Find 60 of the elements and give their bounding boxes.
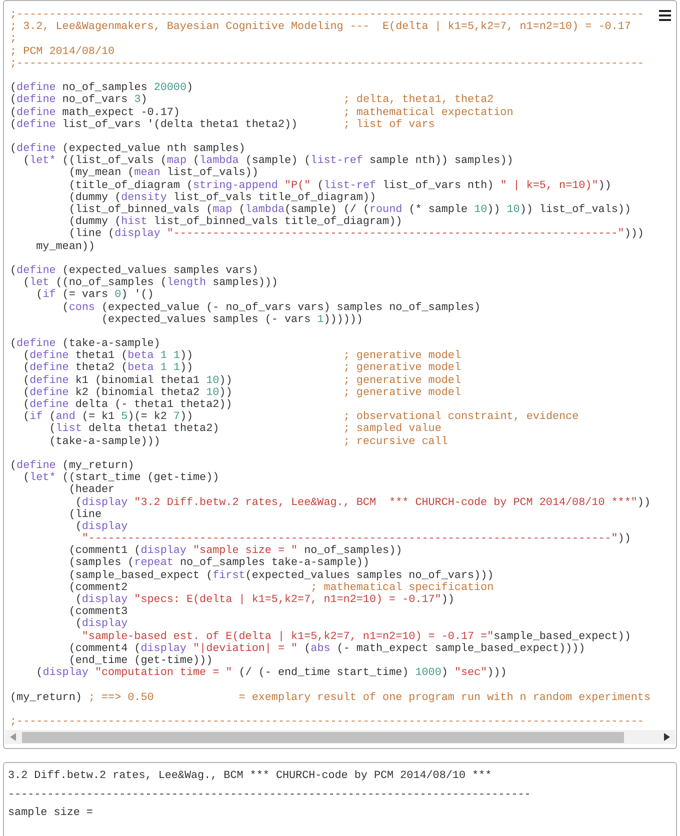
code-line: ;------------------------------------------------------------------------------------------------ — [10, 58, 644, 70]
code-line: ; 3.2, Lee&Wagenmakers, Bayesian Cognitive Modeling --- E(delta | k1=5,k2=7, n1=n2=10) = -0.17 — [10, 21, 631, 34]
code-line: (my_mean (mean list_of_vals)) — [68, 167, 258, 180]
code-editor[interactable] — [3, 0, 677, 749]
code-line: (display — [74, 618, 128, 631]
code-line: (list_of_binned_vals (map (lambda(sample) (/ (round (* sample 10)) 10)) list_of_vals)) — [68, 204, 631, 216]
code-line: (define math_expect -0.17) ; mathematical expectation — [10, 106, 514, 119]
code-line: (define k2 (binomial theta2 10)) ; generative model — [22, 386, 461, 399]
code-line: (define (take-a-sample) — [10, 338, 160, 350]
code-line: (expected_values samples (- vars 1)))))) — [100, 314, 363, 326]
code-line: (display — [74, 520, 128, 533]
code-line: (take-a-sample))) ; recursive call — [48, 436, 448, 448]
code-line: (define (expected_value nth samples) — [10, 143, 246, 156]
code-line: "--------------------------------------------------------------------------------")) — [82, 533, 631, 546]
output-line: 3.2 Diff.betw.2 rates, Lee&Wag., BCM *** CHURCH-code by PCM 2014/08/10 *** — [8, 769, 492, 784]
scrollbar-thumb[interactable] — [22, 732, 624, 742]
output-line: sample size = — [8, 806, 93, 821]
code-line: (cons (expected_value (- no_of_vars vars) samples no_of_samples) — [61, 302, 481, 314]
code-line: (define no_of_vars 3) ; delta, theta1, theta2 — [10, 94, 494, 106]
code-line: (line — [68, 508, 102, 521]
code-line: (define list_of_vars '(delta theta1 theta2)) ; list of vars — [10, 118, 435, 131]
code-line: (line (display "--------------------------------------------------------------------"))) — [68, 228, 644, 241]
code-line: (define no_of_samples 20000) — [10, 82, 194, 94]
code-line: (display "specs: E(delta | k1=5,k2=7, n1=n2=10) = -0.17")) — [74, 594, 454, 606]
code-line: (dummy (hist list_of_binned_vals title_of_diagram)) — [68, 216, 402, 228]
code-line: (my_return) ; ==> 0.50 = exemplary result of one program run with n random experiments — [10, 692, 650, 704]
code-line: "sample-based est. of E(delta | k1=5,k2=7, n1=n2=10) = -0.17 ="sample_based_expect)) — [80, 630, 631, 643]
code-line: (define delta (- theta1 theta2)) — [22, 399, 232, 411]
code-line: (header — [68, 484, 115, 496]
code-line: (samples (repeat no_of_samples take-a-sample)) — [68, 557, 370, 570]
code-line: (define k1 (binomial theta1 10)) ; generative model — [22, 374, 461, 387]
code-line: (let ((no_of_samples (length samples))) — [22, 277, 278, 290]
output-line: -------------------------------------------------------------------------------- — [8, 788, 531, 802]
code-line: (end_time (get-time))) — [68, 654, 213, 667]
code-line: ;------------------------------------------------------------------------------------------------ — [10, 716, 644, 728]
code-line: (define (my_return) — [10, 460, 134, 472]
code-line: (comment4 (display "|deviation| = " (abs (- math_expect sample_based_expect)))) — [68, 642, 586, 655]
code-line: my_mean)) — [35, 240, 95, 253]
code-line: (comment3 — [68, 606, 128, 618]
code-line: (if (= vars 0) '() — [35, 289, 154, 302]
horizontal-scrollbar[interactable] — [5, 730, 675, 744]
code-line: (let* ((start_time (get-time)) — [22, 472, 220, 484]
code-line: (let* ((list_of_vals (map (lambda (sample) (list-ref sample nth)) samples)) — [22, 155, 514, 168]
code-line: (dummy (density list_of_vals title_of_diagram)) — [68, 192, 376, 204]
code-line: (comment2 ; mathematical specification — [68, 582, 494, 594]
code-line: (define (expected_values samples vars) — [10, 264, 258, 277]
code-line: (define theta1 (beta 1 1)) ; generative model — [22, 350, 461, 362]
code-line: (display "computation time = " (/ (- end_time start_time) 1000) "sec"))) — [35, 667, 507, 680]
scroll-right-icon[interactable] — [664, 733, 670, 741]
code-line: ; — [10, 33, 17, 46]
menu-icon[interactable] — [659, 10, 671, 21]
code-line: ;------------------------------------------------------------------------------------------------ — [10, 9, 644, 21]
code-line: (title_of_diagram (string-append "P(" (list-ref list_of_vars nth) " | k=5, n=10)")) — [68, 180, 612, 192]
code-line: (comment1 (display "sample size = " no_of_samples)) — [68, 545, 402, 558]
code-line: (list delta theta1 theta2) ; sampled value — [48, 423, 442, 436]
code-line: (if (and (= k1 5)(= k2 7)) ; observational constraint, evidence — [22, 411, 579, 424]
code-line: (define theta2 (beta 1 1)) ; generative model — [22, 362, 461, 375]
code-line: ; PCM 2014/08/10 — [10, 46, 115, 58]
code-line: (display "3.2 Diff.betw.2 rates, Lee&Wag., BCM *** CHURCH-code by PCM 2014/08/10 ***")) — [74, 496, 650, 509]
code-line: (sample_based_expect (first(expected_values samples no_of_vars))) — [68, 570, 494, 582]
